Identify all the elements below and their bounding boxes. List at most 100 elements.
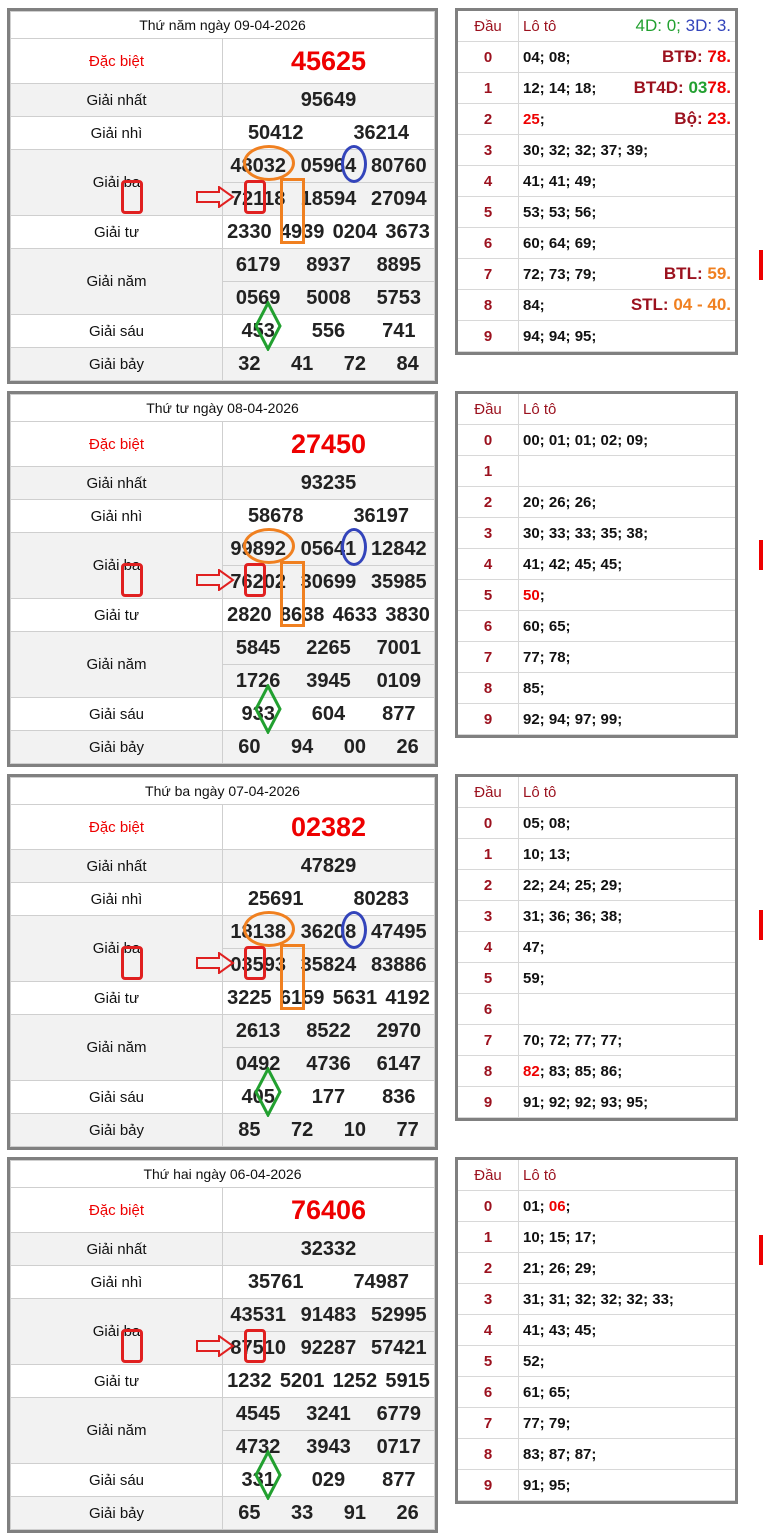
loto-head-digit: 2 bbox=[458, 1252, 519, 1284]
loto-head-digit: 5 bbox=[458, 579, 519, 611]
loto-table: Đầu Lô tô 4D: 0; 3D: 3. 0 04; 08; BTĐ: 78. 1 12… bbox=[455, 8, 738, 355]
prize-number: 2613 bbox=[235, 1019, 281, 1042]
prize-label-db: Đặc biệt bbox=[10, 804, 223, 850]
prize-number: 3830 bbox=[385, 603, 430, 626]
blue-circle-mark bbox=[341, 528, 367, 566]
loto-list bbox=[518, 455, 735, 487]
prize-number: 6179 bbox=[235, 253, 281, 276]
prize-label-g1: Giải nhất bbox=[10, 849, 223, 883]
loto-list: 59; bbox=[518, 962, 735, 994]
prize-label-g1: Giải nhất bbox=[10, 83, 223, 117]
prize-number: 2330 bbox=[227, 220, 272, 243]
prize-number: 35985 bbox=[371, 570, 427, 593]
prize-label-g4: Giải tư bbox=[10, 1364, 223, 1398]
blue-circle-mark bbox=[341, 145, 367, 183]
special-prize: 45625 bbox=[222, 38, 435, 84]
prize-label-g7: Giải bảy bbox=[10, 730, 223, 764]
loto-head-digit: 2 bbox=[458, 486, 519, 518]
prize-number: 741 bbox=[382, 319, 416, 342]
prize-number: 25691 bbox=[247, 887, 304, 910]
second-prize-row: 25691 80283 bbox=[223, 883, 434, 915]
prize-number: 5201 bbox=[279, 1369, 325, 1392]
loto-head-digit: 1 bbox=[458, 838, 519, 870]
stat-btd: BTĐ: 78. bbox=[662, 47, 731, 66]
prize-label-g6: Giải sáu bbox=[10, 1463, 223, 1497]
loto-head-digit: 3 bbox=[458, 517, 519, 549]
prize-label-g5: Giải năm bbox=[10, 631, 223, 698]
special-prize: 27450 bbox=[222, 421, 435, 467]
loto-list: 70; 72; 77; 77; bbox=[518, 1024, 735, 1056]
fourth-prize-row: 2820 8638 4633 3830 bbox=[223, 599, 434, 631]
fifth-prize-row: 6179 8937 8895 bbox=[223, 249, 434, 281]
prize-number: 5008 bbox=[306, 286, 351, 309]
red-box-mark bbox=[244, 946, 266, 980]
loto-head-digit: 7 bbox=[458, 1024, 519, 1056]
orange-rect-mark bbox=[280, 178, 305, 244]
stat-btl: BTL: 59. bbox=[663, 264, 731, 283]
prize-number: 0717 bbox=[376, 1435, 422, 1458]
prize-number: 91483 bbox=[300, 1303, 357, 1326]
second-prize-row: 35761 74987 bbox=[223, 1266, 434, 1298]
loto-head-digit: 1 bbox=[458, 455, 519, 487]
prize-number: 36214 bbox=[353, 121, 410, 144]
loto-head-digit: 6 bbox=[458, 610, 519, 642]
loto-head-digit: 9 bbox=[458, 703, 519, 735]
prize-number: 43531 bbox=[230, 1303, 286, 1326]
prize-number: 83886 bbox=[371, 953, 427, 976]
prize-label-db: Đặc biệt bbox=[10, 421, 223, 467]
prize-number: 92287 bbox=[300, 1336, 357, 1359]
orange-rect-mark bbox=[280, 944, 305, 1010]
prize-number: 26 bbox=[396, 1501, 419, 1524]
prize-number: 604 bbox=[311, 702, 346, 725]
loto-list: 30; 32; 32; 37; 39; bbox=[518, 134, 735, 166]
loto-list: 41; 41; 49; bbox=[518, 165, 735, 197]
loto-table: Đầu Lô tô 0 05; 08; 1 10; 13; 2 22; 24; 25; 29;… bbox=[455, 774, 738, 1121]
prize-number: 4633 bbox=[332, 603, 378, 626]
prize-number: 91 bbox=[343, 1501, 366, 1524]
loto-list bbox=[518, 993, 735, 1025]
prize-label-g3: Giải ba bbox=[10, 1298, 223, 1365]
prize-number: 4545 bbox=[235, 1402, 281, 1425]
loto-head-digit: 4 bbox=[458, 1314, 519, 1346]
red-box-mark bbox=[244, 180, 266, 214]
loto-head-digit: 6 bbox=[458, 993, 519, 1025]
first-prize: 95649 bbox=[222, 83, 435, 117]
loto-list: 41; 42; 45; 45; bbox=[518, 548, 735, 580]
loto-list: 91; 92; 92; 93; 95; bbox=[518, 1086, 735, 1118]
prize-number: 94 bbox=[291, 735, 314, 758]
loto-head-digit: 6 bbox=[458, 1376, 519, 1408]
loto-header-dau: Đầu bbox=[458, 777, 519, 808]
loto-list: 72; 73; 79; BTL: 59. bbox=[518, 258, 735, 290]
prize-number: 5631 bbox=[332, 986, 378, 1009]
loto-list: 82; 83; 85; 86; bbox=[518, 1055, 735, 1087]
stat-stl: STL: 04 - 40. bbox=[630, 295, 731, 314]
prize-number: 41 bbox=[291, 352, 314, 375]
loto-list: 10; 15; 17; bbox=[518, 1221, 735, 1253]
prize-label-g3: Giải ba bbox=[10, 532, 223, 599]
loto-head-digit: 5 bbox=[458, 1345, 519, 1377]
second-prize-row: 58678 36197 bbox=[223, 500, 434, 532]
loto-header-loto: Lô tô bbox=[518, 394, 735, 425]
prize-number: 47495 bbox=[371, 920, 427, 943]
orange-circle-mark bbox=[243, 528, 295, 564]
prize-number: 1252 bbox=[332, 1369, 378, 1392]
loto-list: 31; 31; 32; 32; 32; 33; bbox=[518, 1283, 735, 1315]
loto-list: 31; 36; 36; 38; bbox=[518, 900, 735, 932]
prize-number: 00 bbox=[343, 735, 366, 758]
loto-head-digit: 0 bbox=[458, 41, 519, 73]
loto-list: 04; 08; BTĐ: 78. bbox=[518, 41, 735, 73]
prize-number: 877 bbox=[382, 702, 416, 725]
prize-label-g2: Giải nhì bbox=[10, 116, 223, 150]
first-prize: 32332 bbox=[222, 1232, 435, 1266]
orange-circle-mark bbox=[243, 911, 295, 947]
loto-head-digit: 8 bbox=[458, 672, 519, 704]
prize-number: 80760 bbox=[371, 154, 427, 177]
loto-header-dau: Đầu bbox=[458, 394, 519, 425]
diamond-icon bbox=[254, 1065, 282, 1122]
prize-number: 3673 bbox=[385, 220, 430, 243]
prize-label-g3: Giải ba bbox=[10, 149, 223, 216]
day-title: Thứ tư ngày 08-04-2026 bbox=[10, 394, 435, 422]
loto-head-digit: 3 bbox=[458, 134, 519, 166]
prize-label-db: Đặc biệt bbox=[10, 1187, 223, 1233]
loto-head-digit: 8 bbox=[458, 1055, 519, 1087]
